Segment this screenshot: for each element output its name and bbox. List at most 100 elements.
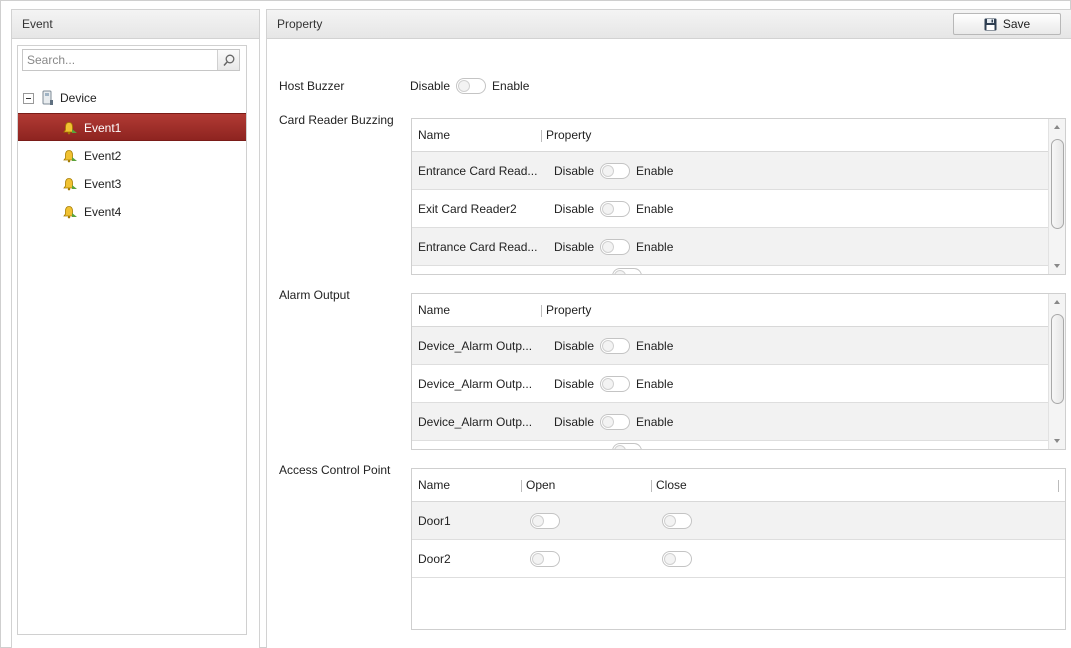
event-bell-icon: [63, 206, 77, 219]
disable-label: Disable: [554, 202, 595, 216]
tree-root-label: Device: [60, 91, 97, 105]
enable-label: Enable: [636, 339, 674, 353]
table-row: Device_Alarm Outp... Disable Enable: [412, 327, 1065, 365]
enable-label: Enable: [636, 202, 674, 216]
event-bell-icon: [63, 150, 77, 163]
event-tree-container: Device Event1 Event2 Event: [17, 45, 247, 635]
row-toggle[interactable]: [612, 443, 642, 449]
row-property: Disable Enable: [554, 239, 673, 255]
vertical-scrollbar[interactable]: [1048, 294, 1065, 449]
scroll-down-arrow-icon[interactable]: [1054, 439, 1060, 443]
disable-label: Disable: [554, 377, 595, 391]
disable-label: Disable: [554, 240, 595, 254]
disable-label: Disable: [554, 164, 595, 178]
vertical-scrollbar[interactable]: [1048, 119, 1065, 274]
property-panel-title: Property: [267, 10, 1071, 39]
table-row: Exit Card Reader2 Disable Enable: [412, 190, 1065, 228]
save-button[interactable]: Save: [953, 13, 1061, 35]
host-buzzer-enable-label: Enable: [492, 79, 530, 93]
tree-item-event1[interactable]: Event1: [18, 113, 246, 141]
table-header: Name Open Close: [412, 469, 1065, 502]
card-reader-table: Name Property Entrance Card Read... Disa…: [411, 118, 1066, 275]
table-row: Door1: [412, 502, 1065, 540]
row-toggle[interactable]: [600, 376, 631, 392]
column-header-name: Name: [418, 128, 451, 142]
enable-label: Enable: [636, 415, 674, 429]
search-box: [22, 49, 240, 71]
column-header-name: Name: [418, 303, 451, 317]
row-name: Entrance Card Read...: [418, 240, 538, 254]
tree-item-event3[interactable]: Event3: [18, 170, 246, 198]
scroll-up-arrow-icon[interactable]: [1054, 300, 1060, 304]
alarm-output-table: Name Property Device_Alarm Outp... Disab…: [411, 293, 1066, 450]
row-toggle[interactable]: [600, 201, 631, 217]
row-toggle[interactable]: [600, 163, 631, 179]
tree-item-label: Event1: [84, 121, 122, 135]
property-panel: Property Save Host Buzzer Disable Enable…: [266, 9, 1071, 648]
row-name: Device_Alarm Outp...: [418, 377, 533, 391]
search-input[interactable]: [23, 50, 217, 70]
row-toggle[interactable]: [600, 414, 631, 430]
event-panel-title: Event: [12, 10, 259, 39]
host-buzzer-toggle[interactable]: [456, 78, 487, 94]
table-row: Device_Alarm Outp... Disable Enable: [412, 365, 1065, 403]
table-header: Name Property: [412, 294, 1065, 327]
table-row-partial: [412, 266, 1065, 274]
column-header-property: Property: [541, 294, 591, 327]
host-buzzer-toggle-group: Disable Enable: [410, 76, 529, 96]
scrollbar-thumb[interactable]: [1051, 139, 1064, 229]
enable-label: Enable: [636, 164, 674, 178]
tree-item-event4[interactable]: Event4: [18, 198, 246, 226]
table-row-partial: [412, 441, 1065, 449]
disable-label: Disable: [554, 415, 595, 429]
table-header: Name Property: [412, 119, 1065, 152]
scroll-up-arrow-icon[interactable]: [1054, 125, 1060, 129]
column-header-close: Close: [651, 469, 687, 502]
column-header-end: [1058, 469, 1063, 502]
column-header-property: Property: [541, 119, 591, 152]
table-row: Entrance Card Read... Disable Enable: [412, 152, 1065, 190]
row-name: Device_Alarm Outp...: [418, 415, 533, 429]
tree-root-device[interactable]: Device: [18, 84, 246, 112]
device-icon: [42, 90, 53, 105]
row-name: Entrance Card Read...: [418, 164, 538, 178]
scroll-down-arrow-icon[interactable]: [1054, 264, 1060, 268]
row-property: Disable Enable: [554, 414, 673, 430]
tree-item-label: Event3: [84, 177, 122, 191]
row-name: Device_Alarm Outp...: [418, 339, 533, 353]
save-button-label: Save: [1002, 17, 1031, 31]
search-icon: [222, 54, 234, 66]
collapse-icon[interactable]: [23, 93, 34, 104]
row-property: Disable Enable: [554, 338, 673, 354]
access-control-point-label: Access Control Point: [279, 463, 391, 477]
column-header-open: Open: [521, 469, 555, 502]
access-control-table: Name Open Close Door1 Door2: [411, 468, 1066, 630]
open-toggle[interactable]: [530, 513, 560, 529]
row-toggle[interactable]: [600, 338, 631, 354]
row-property: Disable Enable: [554, 376, 673, 392]
row-toggle[interactable]: [612, 268, 642, 274]
close-toggle[interactable]: [662, 513, 692, 529]
tree-item-label: Event2: [84, 149, 122, 163]
event-bell-icon: [63, 178, 77, 191]
row-property: Disable Enable: [554, 163, 673, 179]
disable-label: Disable: [554, 339, 595, 353]
floppy-disk-icon: [984, 18, 997, 30]
table-row: Entrance Card Read... Disable Enable: [412, 228, 1065, 266]
close-toggle[interactable]: [662, 551, 692, 567]
tree-item-event2[interactable]: Event2: [18, 142, 246, 170]
row-property: Disable Enable: [554, 201, 673, 217]
host-buzzer-disable-label: Disable: [410, 79, 451, 93]
row-toggle[interactable]: [600, 239, 631, 255]
search-button[interactable]: [217, 50, 239, 70]
card-reader-buzzing-label: Card Reader Buzzing: [279, 113, 394, 127]
host-buzzer-label: Host Buzzer: [279, 79, 345, 93]
open-toggle[interactable]: [530, 551, 560, 567]
event-bell-icon: [63, 122, 77, 135]
table-row: Door2: [412, 540, 1065, 578]
window: Event Device: [0, 0, 1071, 648]
scrollbar-thumb[interactable]: [1051, 314, 1064, 404]
row-name: Door1: [418, 514, 451, 528]
tree-item-label: Event4: [84, 205, 122, 219]
column-header-name: Name: [418, 478, 451, 492]
